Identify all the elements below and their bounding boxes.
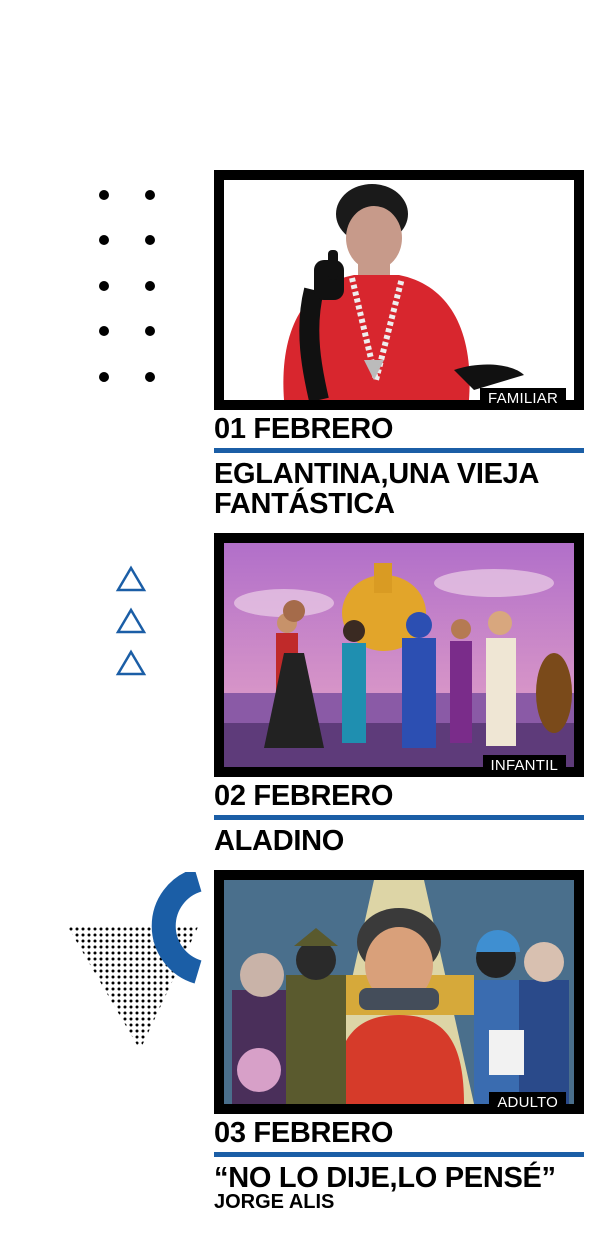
event-title[interactable]: EGLANTINA,UNA VIEJA FANTÁSTICA — [214, 459, 584, 519]
divider-rule — [214, 1152, 584, 1157]
event-photo — [224, 543, 574, 767]
event-image-frame[interactable]: ADULTO — [214, 870, 584, 1114]
divider-rule — [214, 815, 584, 820]
divider-rule — [214, 448, 584, 453]
event-title[interactable]: ALADINO — [214, 826, 584, 856]
event-card[interactable]: INFANTIL 02 FEBRERO ALADINO — [214, 533, 584, 856]
halftone-triangle-decoration — [68, 872, 202, 1050]
category-badge: ADULTO — [489, 1092, 566, 1114]
category-badge: INFANTIL — [482, 755, 566, 777]
category-badge: FAMILIAR — [480, 388, 566, 410]
triangle-outline-icon — [115, 565, 147, 592]
event-date: 02 FEBRERO — [214, 780, 394, 812]
event-card[interactable]: FAMILIAR 01 FEBRERO EGLANTINA,UNA VIEJA … — [214, 170, 584, 519]
event-date: 03 FEBRERO — [214, 1117, 394, 1149]
event-date: 01 FEBRERO — [214, 413, 394, 445]
triangle-outline-icon — [115, 649, 147, 676]
event-card[interactable]: ADULTO 03 FEBRERO “NO LO DIJE,LO PENSÉ” … — [214, 870, 584, 1213]
event-image-frame[interactable]: INFANTIL — [214, 533, 584, 777]
decorative-dot-grid — [96, 187, 162, 387]
event-photo — [224, 880, 574, 1104]
event-image-frame[interactable]: FAMILIAR — [214, 170, 584, 410]
event-photo — [224, 180, 574, 400]
event-subtitle: JORGE ALIS — [214, 1191, 335, 1213]
event-title[interactable]: “NO LO DIJE,LO PENSÉ” — [214, 1163, 584, 1193]
triangle-outline-icon — [115, 607, 147, 634]
